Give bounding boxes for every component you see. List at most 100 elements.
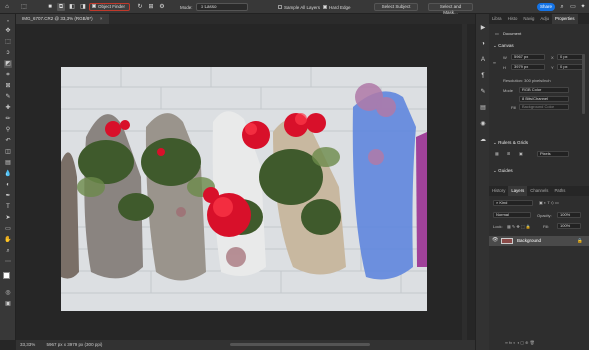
- settings-gear-icon[interactable]: ⚙: [158, 3, 166, 11]
- show-all-objects-icon[interactable]: ⊞: [147, 3, 155, 11]
- pen-tool-icon[interactable]: ✒: [4, 192, 12, 200]
- layer-filter-icons[interactable]: ▣ ◐ T ◇ ▭: [539, 200, 559, 205]
- screen-mode-icon[interactable]: ▣: [4, 300, 12, 308]
- close-tab-icon[interactable]: ×: [100, 16, 103, 21]
- gradient-tool-icon[interactable]: ▤: [4, 159, 12, 167]
- frame-tool-icon[interactable]: ⊠: [4, 82, 12, 90]
- vertical-scrollbar[interactable]: [462, 24, 467, 340]
- toolbar-collapse-icon[interactable]: »: [4, 17, 12, 25]
- blur-tool-icon[interactable]: 💧: [4, 170, 12, 178]
- brush-tool-icon[interactable]: ✏: [4, 115, 12, 123]
- hand-tool-icon[interactable]: ✋: [4, 236, 12, 244]
- type-panel-icon[interactable]: A: [479, 56, 487, 64]
- tab-histogram[interactable]: Histo: [505, 14, 521, 24]
- visibility-eye-icon[interactable]: 👁: [492, 237, 498, 243]
- blend-mode-dropdown[interactable]: Normal: [493, 212, 531, 218]
- layer-lock-icon[interactable]: 🔒: [577, 238, 583, 244]
- select-subject-button[interactable]: Select Subject: [374, 3, 418, 11]
- share-button[interactable]: Share: [537, 3, 555, 11]
- intersect-selection-icon[interactable]: ◨: [79, 3, 87, 11]
- bit-depth-dropdown[interactable]: 8 Bits/Channel: [519, 96, 569, 102]
- fill-percent-field[interactable]: 100%: [557, 223, 581, 229]
- height-field[interactable]: 3979 px: [511, 64, 545, 70]
- play-icon[interactable]: ▶: [479, 24, 487, 32]
- zoom-level[interactable]: 33,33%: [20, 342, 35, 347]
- grid-icon[interactable]: ⊞: [507, 151, 510, 156]
- canvas-section-header[interactable]: ⌄ Canvas: [493, 43, 514, 49]
- new-selection-icon[interactable]: ■: [46, 3, 54, 11]
- more-tools-icon[interactable]: ⋯: [4, 258, 12, 266]
- dodge-tool-icon[interactable]: ◐: [4, 181, 12, 189]
- color-mode-dropdown[interactable]: RGB Color: [519, 87, 569, 93]
- workspace-icon[interactable]: ▭: [569, 3, 577, 11]
- foreground-color-swatch[interactable]: [3, 272, 10, 279]
- sample-all-layers-option[interactable]: Sample All Layers: [278, 3, 320, 11]
- tab-layers[interactable]: Layers: [508, 186, 528, 196]
- subtract-selection-icon[interactable]: ◧: [68, 3, 76, 11]
- x-field[interactable]: 0 px: [557, 54, 585, 60]
- hard-edge-checkbox[interactable]: [323, 5, 327, 9]
- tab-libraries[interactable]: Libra: [489, 14, 505, 24]
- rectangle-tool-icon[interactable]: ▭: [4, 225, 12, 233]
- object-selection-tool-icon[interactable]: ⬚: [20, 3, 28, 11]
- y-field[interactable]: 0 px: [557, 64, 585, 70]
- add-to-selection-icon[interactable]: ⧉: [57, 3, 65, 11]
- search-icon[interactable]: ⌕: [558, 3, 566, 11]
- brush-settings-icon[interactable]: ✎: [479, 88, 487, 96]
- libraries-icon[interactable]: ☁: [479, 136, 487, 144]
- quick-mask-icon[interactable]: ◎: [4, 289, 12, 297]
- object-finder-toggle[interactable]: Object Finder: [89, 3, 131, 11]
- object-selection-tool-icon[interactable]: ◩: [4, 60, 12, 68]
- properties-scrollbar[interactable]: [582, 54, 585, 114]
- layer-comps-icon[interactable]: ▤: [479, 104, 487, 112]
- hard-edge-option[interactable]: Hard Edge: [323, 3, 351, 11]
- lock-icons[interactable]: ▦ ✎ ✥ ⬚ 🔒: [507, 224, 531, 229]
- home-icon[interactable]: ⌂: [3, 3, 11, 11]
- eraser-tool-icon[interactable]: ◫: [4, 148, 12, 156]
- link-icon[interactable]: ∞: [493, 60, 496, 65]
- clone-stamp-tool-icon[interactable]: ⚲: [4, 126, 12, 134]
- layers-footer-icons[interactable]: ∞ fx ◐ ◑ ▢ ⊕ 🗑: [505, 340, 535, 345]
- tools-panel: » ✥ ⬚ ↄ ◩ ⌗ ⊠ ✎ ✚ ✏ ⚲ ↶ ◫ ▤ 💧 ◐ ✒ T ➤ ▭ …: [0, 14, 16, 340]
- document-tab[interactable]: IMG_6707.CR2 @ 33,3% (RGB/8*) ×: [16, 14, 109, 24]
- move-tool-icon[interactable]: ✥: [4, 27, 12, 35]
- object-finder-checkbox: [92, 4, 96, 8]
- layer-name[interactable]: Background: [517, 238, 541, 243]
- layer-filter-kind[interactable]: ⌕ Kind: [493, 200, 533, 206]
- tab-channels[interactable]: Channels: [527, 186, 551, 196]
- refresh-icon[interactable]: ↻: [136, 3, 144, 11]
- tab-properties[interactable]: Properties: [551, 14, 578, 24]
- select-and-mask-button[interactable]: Select and Mask...: [428, 3, 473, 15]
- zoom-tool-icon[interactable]: ⌕: [4, 247, 12, 255]
- sample-all-layers-checkbox[interactable]: [278, 5, 282, 9]
- tab-history[interactable]: History: [489, 186, 508, 196]
- healing-brush-tool-icon[interactable]: ✚: [4, 104, 12, 112]
- discover-icon[interactable]: ✦: [579, 3, 587, 11]
- paragraph-icon[interactable]: ¶: [479, 72, 487, 80]
- glyphs-icon[interactable]: ◉: [479, 120, 487, 128]
- type-tool-icon[interactable]: T: [4, 203, 12, 211]
- crop-tool-icon[interactable]: ⌗: [4, 71, 12, 79]
- width-field[interactable]: 5967 px: [511, 54, 545, 60]
- adjustments-icon[interactable]: ◑: [479, 40, 487, 48]
- layer-row-background[interactable]: 👁 Background 🔒: [489, 236, 589, 246]
- units-dropdown[interactable]: Pixels: [537, 151, 569, 157]
- document-icon: ▭: [495, 31, 499, 36]
- fill-dropdown[interactable]: Background Color: [519, 104, 569, 110]
- rulers-grids-section-header[interactable]: ⌄ Rulers & Grids: [493, 140, 528, 146]
- tab-navigator[interactable]: Navig: [520, 14, 537, 24]
- tab-paths[interactable]: Paths: [551, 186, 568, 196]
- eyedropper-tool-icon[interactable]: ✎: [4, 93, 12, 101]
- mode-dropdown[interactable]: ↄ Lasso: [196, 3, 248, 11]
- opacity-field[interactable]: 100%: [557, 212, 581, 218]
- tab-adjustments[interactable]: Adju: [537, 14, 552, 24]
- path-selection-tool-icon[interactable]: ➤: [4, 214, 12, 222]
- lasso-tool-icon[interactable]: ↄ: [4, 49, 12, 57]
- artboard-tool-icon[interactable]: ⬚: [4, 38, 12, 46]
- ruler-icon[interactable]: ▦: [495, 151, 499, 156]
- pixel-grid-icon[interactable]: ▣: [519, 151, 523, 156]
- history-brush-tool-icon[interactable]: ↶: [4, 137, 12, 145]
- document-image[interactable]: [61, 67, 427, 311]
- guides-section-header[interactable]: ⌄ Guides: [493, 168, 513, 174]
- horizontal-scrollbar[interactable]: [230, 343, 370, 346]
